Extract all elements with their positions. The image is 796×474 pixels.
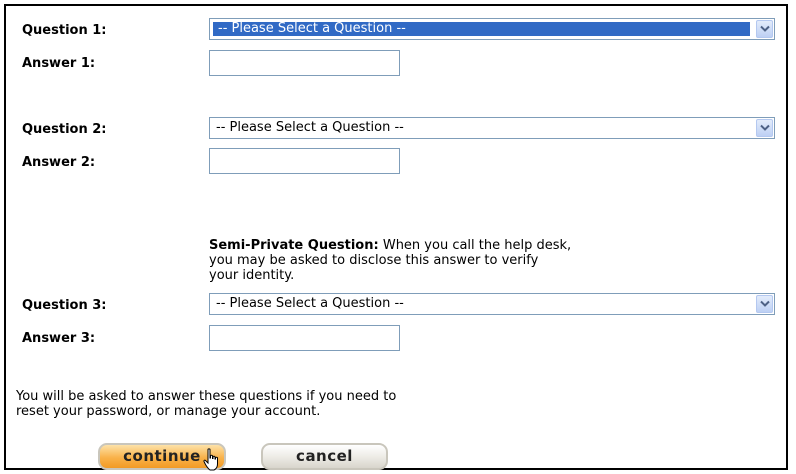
question-1-label: Question 1: bbox=[22, 23, 107, 38]
reset-info-line-2: reset your password, or manage your acco… bbox=[16, 404, 321, 419]
hand-pointer-icon bbox=[203, 448, 218, 471]
chevron-down-icon bbox=[760, 300, 770, 307]
question-2-dropdown-button[interactable] bbox=[756, 119, 773, 137]
question-3-value: -- Please Select a Question -- bbox=[216, 296, 404, 311]
answer-1-input[interactable] bbox=[209, 50, 400, 76]
chevron-down-icon bbox=[760, 124, 770, 131]
question-3-dropdown-button[interactable] bbox=[756, 295, 773, 313]
question-1-select[interactable]: -- Please Select a Question -- bbox=[209, 18, 775, 40]
semi-private-note: Semi-Private Question: When you call the… bbox=[209, 238, 669, 283]
answer-3-input[interactable] bbox=[209, 325, 400, 351]
semi-private-text-2: you may be asked to disclose this answer… bbox=[209, 253, 539, 268]
question-1-value: -- Please Select a Question -- bbox=[218, 21, 406, 36]
semi-private-title: Semi-Private Question: bbox=[209, 238, 379, 253]
reset-info-line-1: You will be asked to answer these questi… bbox=[16, 389, 397, 404]
cancel-button[interactable]: cancel bbox=[261, 443, 388, 470]
chevron-down-icon bbox=[760, 25, 770, 32]
question-3-select[interactable]: -- Please Select a Question -- bbox=[209, 293, 775, 315]
question-3-label: Question 3: bbox=[22, 298, 107, 313]
question-2-label: Question 2: bbox=[22, 122, 107, 137]
answer-3-label: Answer 3: bbox=[22, 331, 96, 346]
question-1-dropdown-button[interactable] bbox=[756, 20, 773, 38]
semi-private-text-1: When you call the help desk, bbox=[378, 238, 572, 253]
answer-1-label: Answer 1: bbox=[22, 56, 96, 71]
answer-2-label: Answer 2: bbox=[22, 155, 96, 170]
question-2-select[interactable]: -- Please Select a Question -- bbox=[209, 117, 775, 139]
answer-2-input[interactable] bbox=[209, 148, 400, 174]
semi-private-text-3: your identity. bbox=[209, 268, 295, 283]
question-2-value: -- Please Select a Question -- bbox=[216, 120, 404, 135]
reset-info-note: You will be asked to answer these questi… bbox=[16, 389, 536, 419]
